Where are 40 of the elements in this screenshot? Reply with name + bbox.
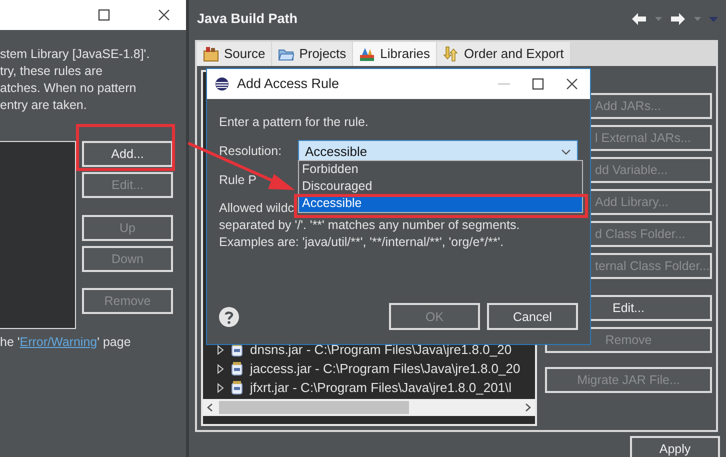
forward-arrow-icon[interactable] <box>670 12 686 26</box>
books-icon <box>359 46 376 62</box>
window-title: Java Build Path <box>197 10 298 28</box>
description-text: atches. When no pattern <box>0 80 138 97</box>
scroll-left-icon[interactable] <box>207 403 213 412</box>
horizontal-scrollbar[interactable] <box>203 399 535 416</box>
apply-button[interactable]: Apply <box>630 436 720 457</box>
jar-icon <box>230 380 244 395</box>
maximize-icon[interactable] <box>98 9 110 21</box>
description-text: entry are taken. <box>0 97 88 114</box>
close-icon[interactable] <box>158 9 170 21</box>
chevron-down-icon <box>561 148 571 155</box>
tree-item[interactable]: jaccess.jar - C:\Program Files\Java\jre1.8.0_20 <box>250 359 520 378</box>
rules-list[interactable] <box>0 141 76 329</box>
dialog-title: Add Access Rule <box>237 74 340 93</box>
scrollbar-thumb[interactable] <box>219 401 409 414</box>
jar-icon <box>230 361 244 376</box>
help-text: separated by '/'. '**' matches any number of segments. <box>219 216 520 234</box>
prompt-text: Enter a pattern for the rule. <box>219 114 370 131</box>
striped-circle-icon <box>215 77 229 91</box>
maximize-icon[interactable] <box>532 78 544 90</box>
package-icon <box>203 46 219 62</box>
help-text: Allowed wildc <box>219 200 294 216</box>
resolution-label: Resolution: <box>219 143 283 160</box>
rule-pattern-label: Rule P <box>219 172 257 189</box>
close-icon[interactable] <box>566 78 578 90</box>
tree-item[interactable]: jfxrt.jar - C:\Program Files\Java\jre1.8.0_201\l <box>250 378 512 397</box>
help-text: Examples are: 'java/util/**', '**/internal/**', 'org/e*/**'. <box>219 234 504 250</box>
cancel-button[interactable]: Cancel <box>487 303 578 330</box>
arrows-icon <box>443 46 460 62</box>
scroll-right-icon[interactable] <box>525 403 531 412</box>
error-warning-link[interactable]: Error/Warning <box>20 335 98 349</box>
tab[interactable]: Libraries <box>353 42 438 66</box>
description-text: stem Library [JavaSE-1.8]'. <box>0 46 151 63</box>
help-icon[interactable] <box>219 306 239 326</box>
jar-icon <box>230 342 244 357</box>
note-text: he 'Error/Warning' page <box>0 334 132 351</box>
rule-button[interactable]: Add... <box>82 141 173 167</box>
description-text: try, these rules are <box>0 63 104 80</box>
back-arrow-icon[interactable] <box>631 12 647 26</box>
